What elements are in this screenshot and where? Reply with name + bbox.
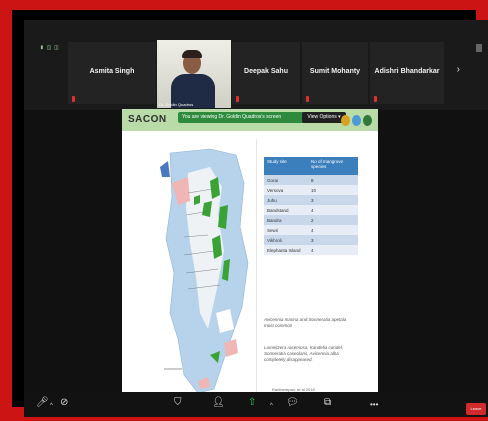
participant-name: Deepak Sahu xyxy=(244,68,288,75)
slide-note: Avicennia marina and Sonneratia apetala … xyxy=(264,317,347,329)
table-header-row: Study site No of mangrove species xyxy=(264,157,358,175)
participant-tile[interactable]: Asmita Singh xyxy=(68,42,156,104)
table-row: Bandra 2 xyxy=(264,215,358,225)
partner-logo-icon xyxy=(363,115,372,126)
zoom-window: ▮ ◫ ◫ Asmita Singh Dr. Goldin Quadros De… xyxy=(24,20,488,417)
slide-note: Lumnitzera racemosa, Kandelia candel, So… xyxy=(264,345,344,363)
table-row: Bandstand 4 xyxy=(264,205,358,215)
table-row: Sewri 4 xyxy=(264,225,358,235)
mangrove-species-table: Study site No of mangrove species Gorai 8… xyxy=(264,157,358,255)
table-row: Gorai 8 xyxy=(264,175,358,185)
table-cell: Gorai xyxy=(264,175,308,185)
table-cell: Versova xyxy=(264,185,308,195)
participant-tile[interactable]: Sumit Mohanty xyxy=(302,42,368,104)
table-row: Vikhroli 3 xyxy=(264,235,358,245)
table-cell: Bandra xyxy=(264,215,308,225)
table-cell: 3 xyxy=(308,235,358,245)
participant-tile[interactable]: Deepak Sahu xyxy=(232,42,300,104)
participant-strip: ▮ ◫ ◫ Asmita Singh Dr. Goldin Quadros De… xyxy=(24,20,488,110)
column-header: Study site xyxy=(264,157,308,175)
participant-tile[interactable]: Adishri Bhandarkar xyxy=(370,42,444,104)
security-icon[interactable]: ⛉ xyxy=(174,398,182,408)
table-cell: Bandstand xyxy=(264,205,308,215)
partner-logo-icon xyxy=(352,115,361,126)
table-cell: Juhu xyxy=(264,195,308,205)
next-page-arrow-icon[interactable]: › xyxy=(457,64,460,75)
chat-icon[interactable]: 💬︎ xyxy=(286,398,299,408)
table-row: Elephanta Island 4 xyxy=(264,245,358,255)
sacon-logo: SACON xyxy=(128,114,167,125)
window-frame: ▮ ◫ ◫ Asmita Singh Dr. Goldin Quadros De… xyxy=(0,0,488,421)
record-icon[interactable]: ⧉ xyxy=(324,398,331,408)
muted-mic-icon xyxy=(374,96,377,102)
top-left-indicator: ▮ ◫ ◫ xyxy=(40,44,59,51)
corner-indicator-icon xyxy=(476,44,482,52)
participant-name: Asmita Singh xyxy=(89,68,135,75)
participant-name: Adishri Bhandarkar xyxy=(374,68,440,75)
muted-mic-icon xyxy=(306,96,309,102)
table-cell: 10 xyxy=(308,185,358,195)
column-header: No of mangrove species xyxy=(308,157,358,175)
partner-logo-icon xyxy=(341,115,350,126)
meeting-toolbar: 🎤︎ ^ ⊘ ⛉ 👤︎ ⇧ ^ 💬︎ ⧉ ••• Leave xyxy=(24,392,488,417)
audio-options-chevron-icon[interactable]: ^ xyxy=(50,401,53,411)
more-button[interactable]: ••• xyxy=(370,400,378,410)
table-cell: 4 xyxy=(308,205,358,215)
table-cell: Sewri xyxy=(264,225,308,235)
share-options-chevron-icon[interactable]: ^ xyxy=(270,401,273,411)
partner-logos xyxy=(339,113,372,131)
screen-share-text: You are viewing Dr. Goldin Quadros's scr… xyxy=(182,114,282,120)
presenter-video[interactable]: Dr. Goldin Quadros xyxy=(157,40,231,108)
shared-screen: SACON You are viewing Dr. Goldin Quadros… xyxy=(122,109,378,403)
table-row: Juhu 3 xyxy=(264,195,358,205)
leave-button[interactable]: Leave xyxy=(466,403,486,415)
table-cell: 3 xyxy=(308,195,358,205)
mumbai-mangrove-map xyxy=(158,143,258,397)
muted-mic-icon xyxy=(72,96,75,102)
share-screen-icon[interactable]: ⇧ xyxy=(248,398,256,408)
table-cell: 4 xyxy=(308,245,358,255)
muted-mic-icon xyxy=(236,96,239,102)
table-cell: 4 xyxy=(308,225,358,235)
participants-icon[interactable]: 👤︎ xyxy=(212,398,225,408)
table-row: Versova 10 xyxy=(264,185,358,195)
participant-name: Sumit Mohanty xyxy=(309,68,361,75)
presenter-caption: Dr. Goldin Quadros xyxy=(159,102,194,107)
table-cell: Elephanta Island xyxy=(264,245,308,255)
table-cell: Vikhroli xyxy=(264,235,308,245)
mute-mic-icon[interactable]: 🎤︎ xyxy=(36,398,49,408)
table-cell: 2 xyxy=(308,215,358,225)
table-cell: 8 xyxy=(308,175,358,185)
stop-video-icon[interactable]: ⊘ xyxy=(60,398,68,408)
